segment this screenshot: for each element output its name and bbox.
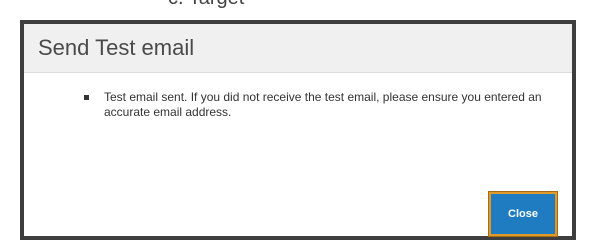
close-button[interactable]: Close [488, 191, 558, 237]
message-text: Test email sent. If you did not receive … [104, 90, 542, 119]
dialog-header: Send Test email [24, 24, 572, 73]
message-list: Test email sent. If you did not receive … [82, 90, 542, 120]
message-item: Test email sent. If you did not receive … [82, 90, 542, 120]
bullet-icon [84, 95, 89, 100]
dialog-title: Send Test email [38, 35, 195, 60]
background-heading-text: c. Target [168, 0, 244, 10]
background-page: c. Target [0, 0, 593, 20]
send-test-email-dialog: Send Test email Test email sent. If you … [20, 20, 576, 240]
